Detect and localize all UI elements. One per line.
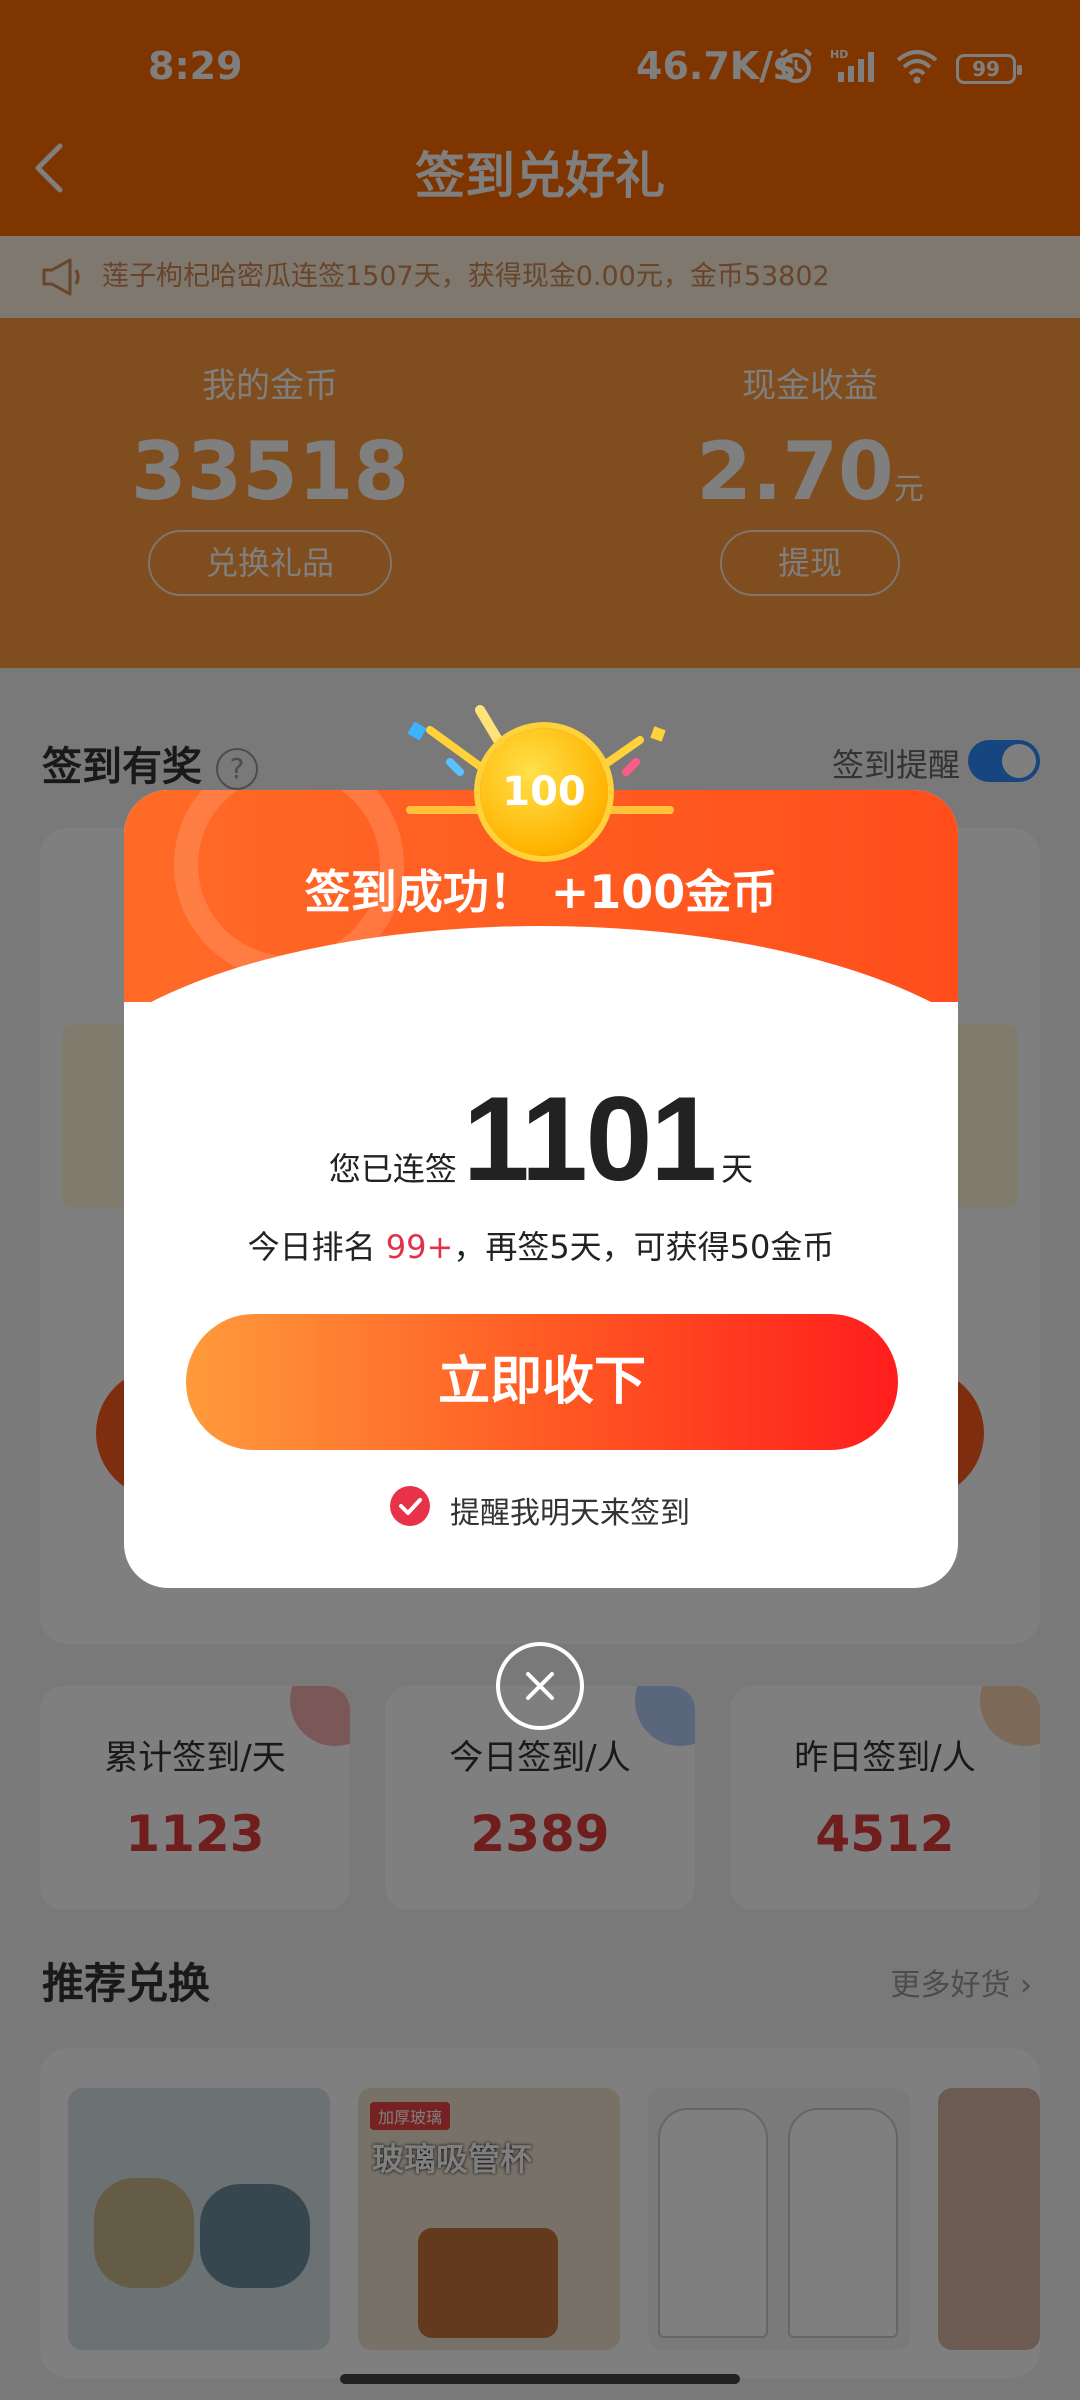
check-icon — [399, 1498, 422, 1515]
streak-days: 1101 — [462, 1072, 717, 1206]
rank-prefix: 今日排名 — [247, 1228, 376, 1266]
streak-prefix: 您已连签 — [328, 1150, 457, 1188]
close-dialog-button[interactable] — [496, 1642, 584, 1730]
dialog-subtitle: 连续签到可获得抽奖机会哦~ — [361, 939, 721, 972]
rank-line: 今日排名 99+，再签5天，可获得50金币 — [124, 1222, 958, 1268]
coin-badge-icon: 100 — [480, 728, 608, 856]
dialog-title: 签到成功！ +100金币 — [304, 865, 778, 919]
close-icon — [526, 1672, 554, 1700]
streak-suffix: 天 — [721, 1150, 754, 1188]
rank-suffix: ，再签5天，可获得50金币 — [453, 1228, 835, 1266]
home-indicator[interactable] — [340, 2374, 740, 2384]
streak-line: 您已连签1101 天 — [124, 1070, 958, 1208]
remind-label[interactable]: 提醒我明天来签到 — [450, 1488, 690, 1532]
rank-value: 99+ — [385, 1228, 454, 1266]
remind-checkbox[interactable] — [390, 1486, 430, 1526]
checkin-success-dialog: 签到成功！ +100金币 连续签到可获得抽奖机会哦~ 您已连签1101 天 今日排… — [124, 790, 958, 1588]
accept-reward-button[interactable]: 立即收下 — [186, 1314, 898, 1450]
